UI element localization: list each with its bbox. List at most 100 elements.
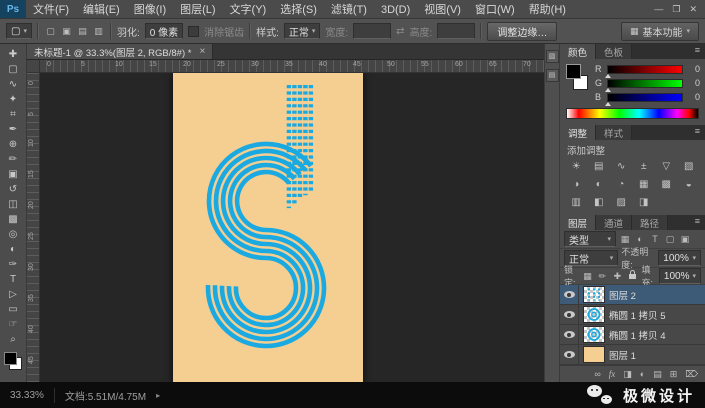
restore-button[interactable]: ❐ <box>672 4 680 15</box>
opacity-input[interactable]: 100% ▾ <box>658 250 701 266</box>
lock-all-icon[interactable] <box>626 270 638 281</box>
horizontal-ruler[interactable]: 0 5 10 15 20 25 30 35 40 45 50 55 60 65 70 <box>39 60 544 73</box>
eraser-tool[interactable]: ◫ <box>2 197 24 212</box>
layer-thumbnail[interactable] <box>583 306 605 323</box>
adjustment-curves-icon[interactable]: ∿ <box>610 159 633 175</box>
collapsed-history-panel[interactable]: ▧ <box>545 50 559 63</box>
foreground-color-swatch[interactable] <box>566 64 581 79</box>
swap-dimensions-icon[interactable]: ⇄ <box>396 26 404 37</box>
delete-layer-icon[interactable]: ⌦ <box>685 369 698 380</box>
slider-G[interactable] <box>605 78 683 92</box>
menu-item-8[interactable]: 3D(D) <box>374 4 417 16</box>
layer-thumbnail[interactable] <box>583 286 605 303</box>
layer-thumbnail[interactable] <box>583 346 605 363</box>
layer-row[interactable]: 椭圆 1 拷贝 5 <box>560 305 705 325</box>
adjustment-black-white-icon[interactable]: ◐ <box>588 177 611 193</box>
new-layer-icon[interactable]: ⊞ <box>670 369 678 380</box>
shape-tool[interactable]: ▭ <box>2 302 24 317</box>
add-to-selection-icon[interactable]: ▣ <box>60 26 73 37</box>
filter-type-layers-icon[interactable]: T <box>649 234 661 244</box>
lock-image-pixels-icon[interactable]: ✏ <box>596 271 608 282</box>
adjustment-vibrance-icon[interactable]: ▽ <box>655 159 678 175</box>
foreground-background-swatches[interactable] <box>565 64 589 90</box>
layers-tab[interactable]: 路径 <box>632 215 669 230</box>
layers-tab[interactable]: 通道 <box>596 215 633 230</box>
slider-thumb[interactable] <box>605 87 611 92</box>
close-button[interactable]: ✕ <box>689 4 697 15</box>
layer-styles-icon[interactable]: fx <box>609 369 616 379</box>
slider-R[interactable] <box>605 64 683 78</box>
menu-item-6[interactable]: 选择(S) <box>273 4 324 16</box>
gradient-tool[interactable]: ▩ <box>2 212 24 227</box>
panel-menu-icon[interactable]: ≡ <box>690 125 705 140</box>
color-tab[interactable]: 色板 <box>596 44 633 59</box>
intersect-selection-icon[interactable]: ▥ <box>92 26 105 37</box>
menu-item-7[interactable]: 滤镜(T) <box>324 4 374 16</box>
document-artboard[interactable] <box>173 73 363 382</box>
panel-menu-icon[interactable]: ≡ <box>690 215 705 230</box>
panel-menu-icon[interactable]: ≡ <box>690 44 705 59</box>
adjustment-gradient-map-icon[interactable]: ▨ <box>610 195 633 211</box>
path-selection-tool[interactable]: ▷ <box>2 287 24 302</box>
adjustment-levels-icon[interactable]: ▤ <box>588 159 611 175</box>
foreground-color-swatch[interactable] <box>4 352 17 365</box>
history-brush-tool[interactable]: ↺ <box>2 182 24 197</box>
document-tab[interactable]: 未标题-1 @ 33.3%(图层 2, RGB/8#) * × <box>27 44 214 59</box>
layer-row[interactable]: 椭圆 1 拷贝 4 <box>560 325 705 345</box>
antialias-checkbox[interactable] <box>188 25 200 37</box>
slider-B[interactable] <box>605 92 683 106</box>
adjustment-color-balance-icon[interactable]: ◑ <box>565 177 588 193</box>
lasso-tool[interactable]: ∿ <box>2 77 24 92</box>
adjustment-hue-saturation-icon[interactable]: ▧ <box>678 159 701 175</box>
filter-shape-layers-icon[interactable]: ▢ <box>664 234 676 245</box>
vertical-ruler[interactable]: 0 5 10 15 20 25 30 35 40 45 <box>27 72 40 382</box>
adjustment-exposure-icon[interactable]: ± <box>633 159 656 175</box>
eyedropper-tool[interactable]: ✒ <box>2 122 24 137</box>
minimize-button[interactable]: — <box>654 4 663 15</box>
move-tool[interactable]: ✚ <box>2 47 24 62</box>
menu-item-1[interactable]: 文件(F) <box>26 4 76 16</box>
menu-item-11[interactable]: 帮助(H) <box>522 4 573 16</box>
healing-brush-tool[interactable]: ⊕ <box>2 137 24 152</box>
layers-tab[interactable]: 图层 <box>560 215 597 230</box>
foreground-background-swatches[interactable] <box>3 351 23 371</box>
crop-tool[interactable]: ⌗ <box>2 107 24 122</box>
new-group-icon[interactable]: ▤ <box>653 369 662 380</box>
canvas[interactable]: 0 5 10 15 20 25 30 35 40 45 50 55 60 65 70 0 5 10 15 20 25 3… <box>27 60 544 382</box>
menu-item-9[interactable]: 视图(V) <box>417 4 468 16</box>
menu-item-4[interactable]: 图层(L) <box>173 4 222 16</box>
adjustment-brightness-contrast-icon[interactable]: ☀ <box>565 159 588 175</box>
adjustments-tab[interactable]: 调整 <box>560 125 597 140</box>
blur-tool[interactable]: ◎ <box>2 227 24 242</box>
tool-preset-picker[interactable]: ▢ ▾ <box>6 23 32 39</box>
slider-thumb[interactable] <box>605 101 611 106</box>
adjustment-posterize-icon[interactable]: ▥ <box>565 195 588 211</box>
link-layers-icon[interactable]: ∞ <box>594 369 600 379</box>
marquee-tool[interactable]: ▢ <box>2 62 24 77</box>
quick-selection-tool[interactable]: ✦ <box>2 92 24 107</box>
feather-input[interactable]: 0 像素 <box>144 23 184 39</box>
height-input[interactable] <box>437 23 476 39</box>
type-tool[interactable]: T <box>2 272 24 287</box>
width-input[interactable] <box>353 23 392 39</box>
visibility-toggle[interactable] <box>560 325 579 344</box>
adjustment-photo-filter-icon[interactable]: ◔ <box>610 177 633 193</box>
add-layer-mask-icon[interactable]: ◨ <box>623 369 632 380</box>
new-adjustment-layer-icon[interactable]: ◐ <box>640 369 645 379</box>
clone-stamp-tool[interactable]: ▣ <box>2 167 24 182</box>
adjustment-invert-icon[interactable]: ◒ <box>678 177 701 193</box>
zoom-level[interactable]: 33.33% <box>10 390 44 401</box>
adjustment-channel-mixer-icon[interactable]: ▦ <box>633 177 656 193</box>
visibility-toggle[interactable] <box>560 285 579 304</box>
collapsed-properties-panel[interactable]: ▤ <box>545 69 559 82</box>
adjustment-selective-color-icon[interactable]: ◨ <box>633 195 656 211</box>
layer-row[interactable]: 图层 2 <box>560 285 705 305</box>
close-document-icon[interactable]: × <box>199 46 205 57</box>
color-tab[interactable]: 颜色 <box>560 44 597 59</box>
workspace-switcher[interactable]: ▦ 基本功能 ▾ <box>620 21 699 41</box>
menu-item-10[interactable]: 窗口(W) <box>468 4 522 16</box>
dodge-tool[interactable]: ◐ <box>2 242 24 257</box>
hand-tool[interactable]: ☞ <box>2 317 24 332</box>
menu-item-5[interactable]: 文字(Y) <box>223 4 274 16</box>
brush-tool[interactable]: ✏ <box>2 152 24 167</box>
